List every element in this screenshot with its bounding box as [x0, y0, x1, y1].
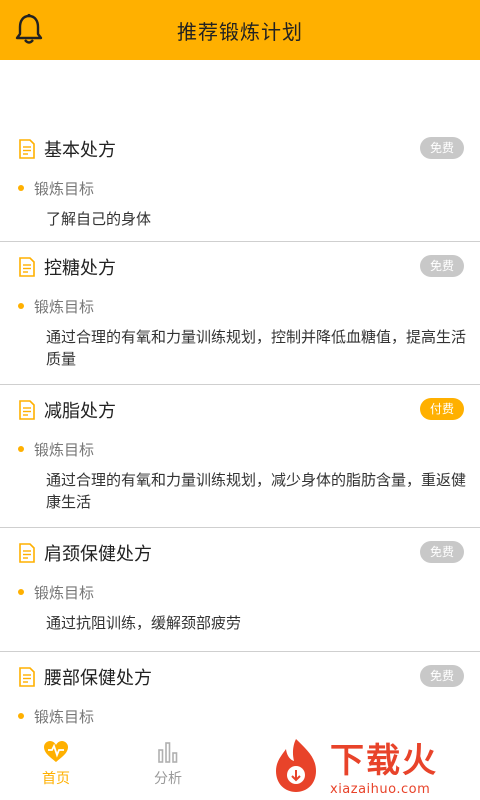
plan-name: 肩颈保健处方	[44, 544, 152, 565]
plan-name: 减脂处方	[44, 401, 116, 422]
document-icon	[19, 667, 35, 687]
plan-card[interactable]: 减脂处方 付费 锻炼目标 通过合理的有氧和力量训练规划，减少身体的脂肪含量，重返…	[0, 385, 480, 528]
price-badge: 付费	[420, 398, 464, 420]
plan-name: 控糖处方	[44, 258, 116, 279]
plan-description: 通过合理的有氧和力量训练规划，控制并降低血糖值，提高生活质量	[46, 328, 467, 368]
bullet-dot	[18, 303, 24, 309]
bullet-dot	[18, 713, 24, 719]
flame-logo-icon	[276, 739, 316, 792]
bar-chart-icon	[158, 742, 178, 763]
price-badge: 免费	[420, 541, 464, 563]
page-title: 推荐锻炼计划	[177, 19, 303, 44]
plan-list: 基本处方 免费 锻炼目标 了解自己的身体 控糖处方 免费 锻炼目标 通过合理的有…	[0, 124, 480, 742]
home-heart-icon	[44, 741, 68, 762]
document-icon	[19, 400, 35, 420]
plan-card[interactable]: 控糖处方 免费 锻炼目标 通过合理的有氧和力量训练规划，控制并降低血糖值，提高生…	[0, 242, 480, 385]
app-header: 推荐锻炼计划	[0, 0, 480, 60]
bullet-dot	[18, 446, 24, 452]
document-icon	[19, 139, 35, 159]
goal-label: 锻炼目标	[34, 179, 95, 198]
price-badge: 免费	[420, 137, 464, 159]
price-badge: 免费	[420, 665, 464, 687]
plan-card[interactable]: 肩颈保健处方 免费 锻炼目标 通过抗阻训练，缓解颈部疲劳	[0, 528, 480, 652]
bullet-dot	[18, 185, 24, 191]
price-badge: 免费	[420, 255, 464, 277]
plan-description: 通过合理的有氧和力量训练规划，减少身体的脂肪含量，重返健康生活	[46, 471, 467, 511]
goal-label: 锻炼目标	[34, 707, 95, 726]
nav-analysis[interactable]: 分析	[112, 734, 224, 800]
plan-name: 腰部保健处方	[44, 668, 152, 689]
nav-analysis-label: 分析	[154, 771, 182, 787]
bell-icon[interactable]	[12, 12, 46, 46]
plan-card[interactable]: 基本处方 免费 锻炼目标 了解自己的身体	[0, 124, 480, 242]
nav-home[interactable]: 首页	[0, 734, 112, 800]
document-icon	[19, 543, 35, 563]
nav-home-label: 首页	[42, 771, 70, 787]
watermark: 下载火 xiazaihuo.com	[266, 734, 476, 797]
bullet-dot	[18, 589, 24, 595]
goal-label: 锻炼目标	[34, 297, 95, 316]
watermark-url: xiazaihuo.com	[330, 782, 431, 797]
watermark-text: 下载火	[330, 741, 438, 781]
document-icon	[19, 257, 35, 277]
goal-label: 锻炼目标	[34, 583, 95, 602]
plan-card[interactable]: 腰部保健处方 免费 锻炼目标	[0, 652, 480, 742]
goal-label: 锻炼目标	[34, 440, 95, 459]
plan-description: 通过抗阻训练，缓解颈部疲劳	[46, 614, 242, 632]
plan-name: 基本处方	[44, 140, 116, 161]
plan-description: 了解自己的身体	[46, 210, 152, 228]
